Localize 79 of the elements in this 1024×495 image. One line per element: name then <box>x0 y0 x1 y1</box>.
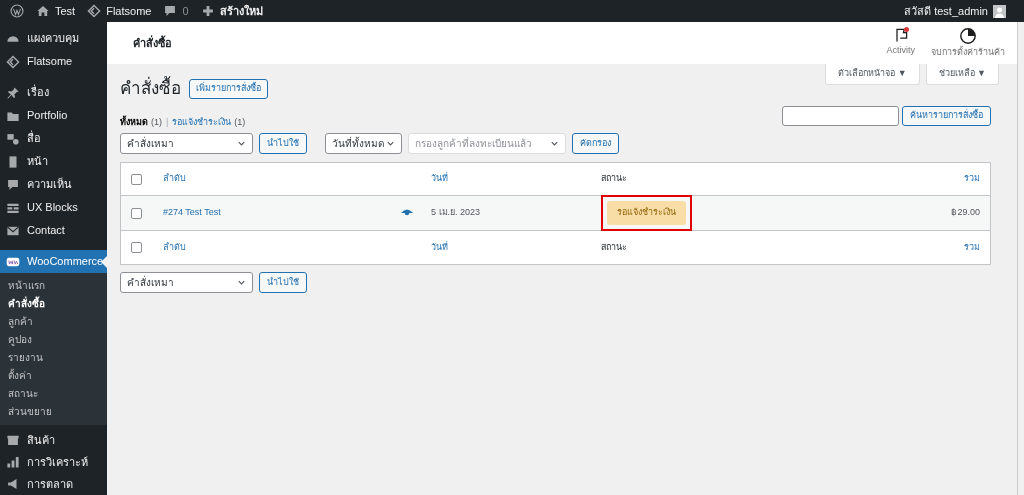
sidebar-item[interactable]: แผงควบคุม <box>0 27 107 50</box>
checkbox[interactable] <box>131 242 142 253</box>
submenu-item[interactable]: คำสั่งซื้อ <box>0 295 107 313</box>
sidebar-item[interactable]: Portfolio <box>0 104 107 127</box>
search-field[interactable] <box>782 105 899 126</box>
chevron-down-icon <box>237 139 246 148</box>
column-header-link[interactable]: รวม <box>964 173 980 184</box>
comment-icon <box>6 177 20 192</box>
checkbox[interactable] <box>131 207 142 219</box>
diamond-icon <box>6 54 20 69</box>
table-cell: 5 เม.ย. 2023 <box>431 207 481 218</box>
toolbar-link[interactable]: 0 <box>157 0 195 22</box>
sidebar-item[interactable]: หน้า <box>0 150 107 173</box>
dropdown[interactable]: คำสั่งเหมา <box>120 272 253 293</box>
submenu-item[interactable]: หน้าแรก <box>0 277 107 295</box>
media-icon <box>6 131 20 146</box>
dropdown[interactable]: กรองลูกค้าที่ลงทะเบียนแล้ว <box>408 133 566 154</box>
column-header-link[interactable]: ลำดับ <box>163 241 186 252</box>
home-icon <box>36 4 50 18</box>
apply-button[interactable]: นำไปใช้ <box>259 133 307 154</box>
table-cell: ฿29.00 <box>951 207 980 218</box>
comment-icon <box>163 4 178 18</box>
sidebar-item[interactable]: Contact <box>0 219 107 242</box>
screen-tab[interactable]: ตัวเลือกหน้าจอ ▼ <box>825 64 920 85</box>
avatar-icon <box>993 4 1006 18</box>
sidebar-item[interactable]: WooCommerce <box>0 250 107 273</box>
sidebar-item[interactable]: ความเห็น <box>0 173 107 196</box>
diamond-icon <box>87 4 102 18</box>
chevron-down-icon <box>237 278 246 287</box>
toolbar-link[interactable]: Flatsome <box>81 0 158 22</box>
sidebar-item[interactable]: สินค้า <box>0 429 107 451</box>
view-filter-link[interactable]: ทั้งหมด (1) <box>120 115 162 129</box>
apply-button[interactable]: นำไปใช้ <box>259 272 307 293</box>
megaphone-icon <box>6 477 20 491</box>
view-filter-link[interactable]: รอแจ้งชำระเงิน (1) <box>172 115 246 129</box>
header-title: คำสั่งซื้อ <box>133 34 172 51</box>
header-action[interactable]: Activity <box>884 26 917 60</box>
page-title: คำสั่งซื้อ <box>120 76 181 102</box>
account-link[interactable]: สวัสดี test_admin <box>904 2 1020 20</box>
eye-icon[interactable] <box>401 209 413 217</box>
chevron-down-icon <box>386 139 395 148</box>
sidebar-item[interactable]: สื่อ <box>0 127 107 150</box>
column-header-link[interactable]: รวม <box>964 241 980 252</box>
toolbar-link[interactable]: สร้างใหม่ <box>194 0 269 22</box>
column-header-link[interactable]: วันที่ <box>431 173 448 184</box>
submenu-item[interactable]: สถานะ <box>0 385 107 403</box>
plus-icon <box>200 4 215 18</box>
filter-button[interactable]: คัดกรอง <box>572 133 619 154</box>
bar-chart-icon <box>6 455 20 469</box>
status-badge: รอแจ้งชำระเงิน <box>607 201 686 225</box>
submenu-item[interactable]: ลูกค้า <box>0 313 107 331</box>
wordpress-icon[interactable] <box>10 4 24 18</box>
submenu-item[interactable]: ส่วนขยาย <box>0 403 107 421</box>
dropdown[interactable]: วันที่ทั้งหมด <box>325 133 402 154</box>
chevron-down-icon <box>550 139 559 148</box>
add-order-button[interactable]: เพิ่มรายการสั่งซื้อ <box>189 78 268 99</box>
submenu-item[interactable]: ตั้งค่า <box>0 367 107 385</box>
column-header-link[interactable]: ลำดับ <box>163 173 186 184</box>
dropdown[interactable]: คำสั่งเหมา <box>120 133 253 154</box>
sidebar-item[interactable]: การวิเคราะห์ <box>0 451 107 473</box>
pin-icon <box>6 85 20 100</box>
submenu-item[interactable]: รายงาน <box>0 349 107 367</box>
toolbar-link[interactable]: Test <box>30 0 82 22</box>
separator: | <box>165 115 170 129</box>
checkbox[interactable] <box>131 173 142 185</box>
pie-chart-icon <box>959 26 977 45</box>
column-title: สถานะ <box>601 241 627 252</box>
sidebar-item[interactable]: Flatsome <box>0 50 107 73</box>
column-title: สถานะ <box>601 173 627 184</box>
search-orders-button[interactable]: ค้นหารายการสั่งซื้อ <box>902 105 991 126</box>
submenu-item[interactable]: คูปอง <box>0 331 107 349</box>
box-icon <box>6 433 20 447</box>
sidebar-item[interactable]: UX Blocks <box>0 196 107 219</box>
sidebar-item[interactable]: การตลาด <box>0 473 107 495</box>
order-link[interactable]: #274 Test Test <box>163 206 221 220</box>
screen-tab[interactable]: ช่วยเหลือ ▼ <box>925 64 999 85</box>
column-header-link[interactable]: วันที่ <box>431 241 448 252</box>
sidebar-item[interactable]: เรื่อง <box>0 81 107 104</box>
header-action[interactable]: จบการตั้งค่าร้านค้า <box>929 26 1007 60</box>
